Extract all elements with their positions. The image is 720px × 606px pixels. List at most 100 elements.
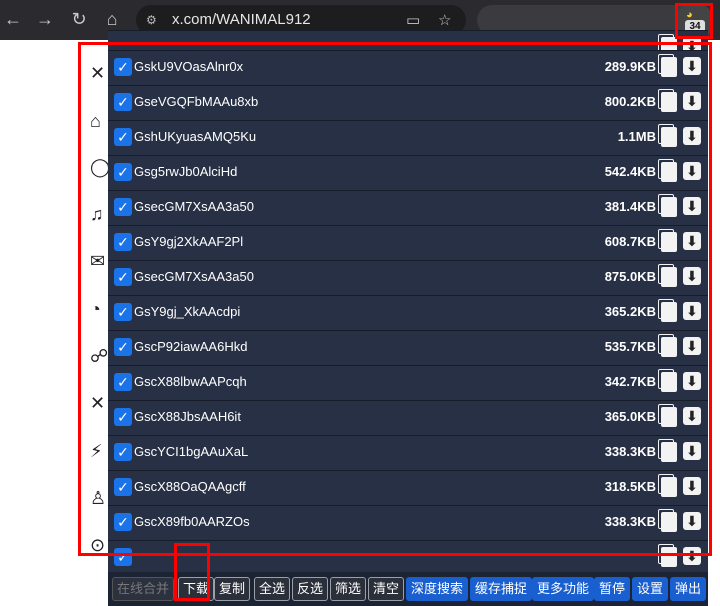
- checkbox[interactable]: ✓: [114, 373, 132, 391]
- download-icon[interactable]: ⬇: [683, 197, 701, 215]
- site-info-icon[interactable]: ⚙: [146, 12, 162, 28]
- list-item[interactable]: ✓ Gsg5rwJb0AlciHd 542.4KB ⬇: [108, 155, 708, 190]
- popout-button[interactable]: 弹出: [670, 577, 707, 601]
- star-icon[interactable]: ☆: [438, 11, 451, 29]
- checkbox[interactable]: ✓: [114, 233, 132, 251]
- merge-online-button[interactable]: 在线合并: [112, 577, 175, 601]
- list-item[interactable]: ✓ GsecGM7XsAA3a50 381.4KB ⬇: [108, 190, 708, 225]
- cache-capture-button[interactable]: 缓存捕捉: [470, 577, 533, 601]
- home-icon[interactable]: ⌂: [90, 110, 108, 132]
- panel-toolbar: 在线合并 下载 复制 全选 反选 筛选 清空 深度搜索 缓存捕捉 更多功能 暂停…: [108, 572, 708, 606]
- premium-icon[interactable]: ✕: [90, 392, 108, 414]
- copy-icon[interactable]: [658, 369, 677, 392]
- list-item[interactable]: ✓ GscP92iawAA6Hkd 535.7KB ⬇: [108, 330, 708, 365]
- copy-icon[interactable]: [658, 194, 677, 217]
- list-item[interactable]: ✓ GscX89fb0AARZOs 338.3KB ⬇: [108, 505, 708, 540]
- file-name: GsY9gj_XkAAcdpi: [134, 304, 241, 319]
- copy-icon[interactable]: [658, 124, 677, 147]
- checkbox[interactable]: ✓: [114, 93, 132, 111]
- list-item[interactable]: ✓ ⬇: [108, 540, 708, 573]
- more-icon[interactable]: ⊙: [90, 534, 108, 556]
- deep-search-button[interactable]: 深度搜索: [406, 577, 469, 601]
- download-icon[interactable]: ⬇: [683, 302, 701, 320]
- list-item[interactable]: ✓ GscX88OaQAAgcff 318.5KB ⬇: [108, 470, 708, 505]
- grok-icon[interactable]: ◔: [90, 298, 108, 320]
- copy-icon[interactable]: [658, 509, 677, 532]
- profile-icon[interactable]: ♙: [90, 487, 108, 509]
- file-size: 338.3KB: [604, 514, 656, 529]
- download-icon[interactable]: ⬇: [683, 57, 701, 75]
- checkbox[interactable]: ✓: [114, 548, 132, 566]
- list-item[interactable]: ✓ GscX88lbwAAPcqh 342.7KB ⬇: [108, 365, 708, 400]
- file-name: GscX88OaQAAgcff: [134, 479, 246, 494]
- copy-icon[interactable]: [658, 544, 677, 567]
- download-icon[interactable]: ⬇: [683, 477, 701, 495]
- copy-icon[interactable]: [658, 404, 677, 427]
- invert-selection-button[interactable]: 反选: [292, 577, 329, 601]
- x-logo-icon[interactable]: ✕: [90, 62, 108, 84]
- download-icon[interactable]: ⬇: [683, 267, 701, 285]
- checkbox[interactable]: ✓: [114, 268, 132, 286]
- file-size: 535.7KB: [604, 339, 656, 354]
- communities-icon[interactable]: ☍: [90, 345, 108, 367]
- search-icon[interactable]: ◯: [90, 156, 110, 178]
- file-size: 365.0KB: [604, 409, 656, 424]
- download-icon[interactable]: ⬇: [683, 512, 701, 530]
- checkbox[interactable]: ✓: [114, 338, 132, 356]
- list-item[interactable]: ✓ GskU9VOasAlnr0x 289.9KB ⬇: [108, 50, 708, 85]
- copy-icon[interactable]: [658, 229, 677, 252]
- copy-icon[interactable]: [658, 264, 677, 287]
- checkbox[interactable]: ✓: [114, 128, 132, 146]
- more-features-button[interactable]: 更多功能: [532, 577, 595, 601]
- download-icon[interactable]: ⬇: [683, 442, 701, 460]
- copy-icon[interactable]: [658, 299, 677, 322]
- list-item[interactable]: ✓ GsY9gj_XkAAcdpi 365.2KB ⬇: [108, 295, 708, 330]
- checkbox[interactable]: ✓: [114, 198, 132, 216]
- cast-icon[interactable]: ▭: [406, 11, 420, 29]
- select-all-button[interactable]: 全选: [254, 577, 291, 601]
- copy-icon[interactable]: [658, 334, 677, 357]
- clear-button[interactable]: 清空: [368, 577, 405, 601]
- notifications-icon[interactable]: ♫: [90, 203, 108, 225]
- forward-arrow-icon[interactable]: →: [34, 8, 56, 30]
- download-icon[interactable]: ⬇: [683, 162, 701, 180]
- download-icon[interactable]: ⬇: [683, 92, 701, 110]
- list-item[interactable]: ✓ GsecGM7XsAA3a50 875.0KB ⬇: [108, 260, 708, 295]
- download-icon[interactable]: ⬇: [683, 372, 701, 390]
- pause-button[interactable]: 暂停: [594, 577, 631, 601]
- copy-icon[interactable]: [658, 89, 677, 112]
- home-icon[interactable]: ⌂: [101, 8, 123, 30]
- copy-icon[interactable]: [658, 474, 677, 497]
- list-item[interactable]: ✓ GscYCI1bgAAuXaL 338.3KB ⬇: [108, 435, 708, 470]
- copy-icon[interactable]: [658, 54, 677, 77]
- download-icon[interactable]: ⬇: [683, 337, 701, 355]
- reload-icon[interactable]: ↻: [68, 8, 90, 30]
- download-icon[interactable]: ⬇: [683, 232, 701, 250]
- download-icon[interactable]: ⬇: [683, 547, 701, 565]
- filter-button[interactable]: 筛选: [330, 577, 367, 601]
- messages-icon[interactable]: ✉: [90, 250, 108, 272]
- checkbox[interactable]: ✓: [114, 408, 132, 426]
- back-arrow-icon[interactable]: ←: [2, 8, 24, 30]
- copy-button[interactable]: 复制: [214, 577, 251, 601]
- checkbox[interactable]: ✓: [114, 443, 132, 461]
- list-item[interactable]: ✓ GseVGQFbMAAu8xb 800.2KB ⬇: [108, 85, 708, 120]
- file-size: 1.1MB: [617, 129, 656, 144]
- file-name: Gsg5rwJb0AlciHd: [134, 164, 238, 179]
- checkbox[interactable]: ✓: [114, 478, 132, 496]
- checkbox[interactable]: ✓: [114, 58, 132, 76]
- checkbox[interactable]: ✓: [114, 303, 132, 321]
- copy-icon[interactable]: [658, 439, 677, 462]
- list-item[interactable]: ✓ GsY9gj2XkAAF2Pl 608.7KB ⬇: [108, 225, 708, 260]
- download-button[interactable]: 下载: [178, 577, 215, 601]
- list-item[interactable]: ✓ GshUKyuasAMQ5Ku 1.1MB ⬇: [108, 120, 708, 155]
- download-icon[interactable]: ⬇: [683, 407, 701, 425]
- download-icon[interactable]: ⬇: [683, 127, 701, 145]
- copy-icon[interactable]: [658, 159, 677, 182]
- checkbox[interactable]: ✓: [114, 513, 132, 531]
- settings-button[interactable]: 设置: [632, 577, 669, 601]
- list-item[interactable]: ✓ GscX88JbsAAH6it 365.0KB ⬇: [108, 400, 708, 435]
- verified-orgs-icon[interactable]: ⚡: [90, 440, 108, 462]
- file-name: GshUKyuasAMQ5Ku: [134, 129, 257, 144]
- checkbox[interactable]: ✓: [114, 163, 132, 181]
